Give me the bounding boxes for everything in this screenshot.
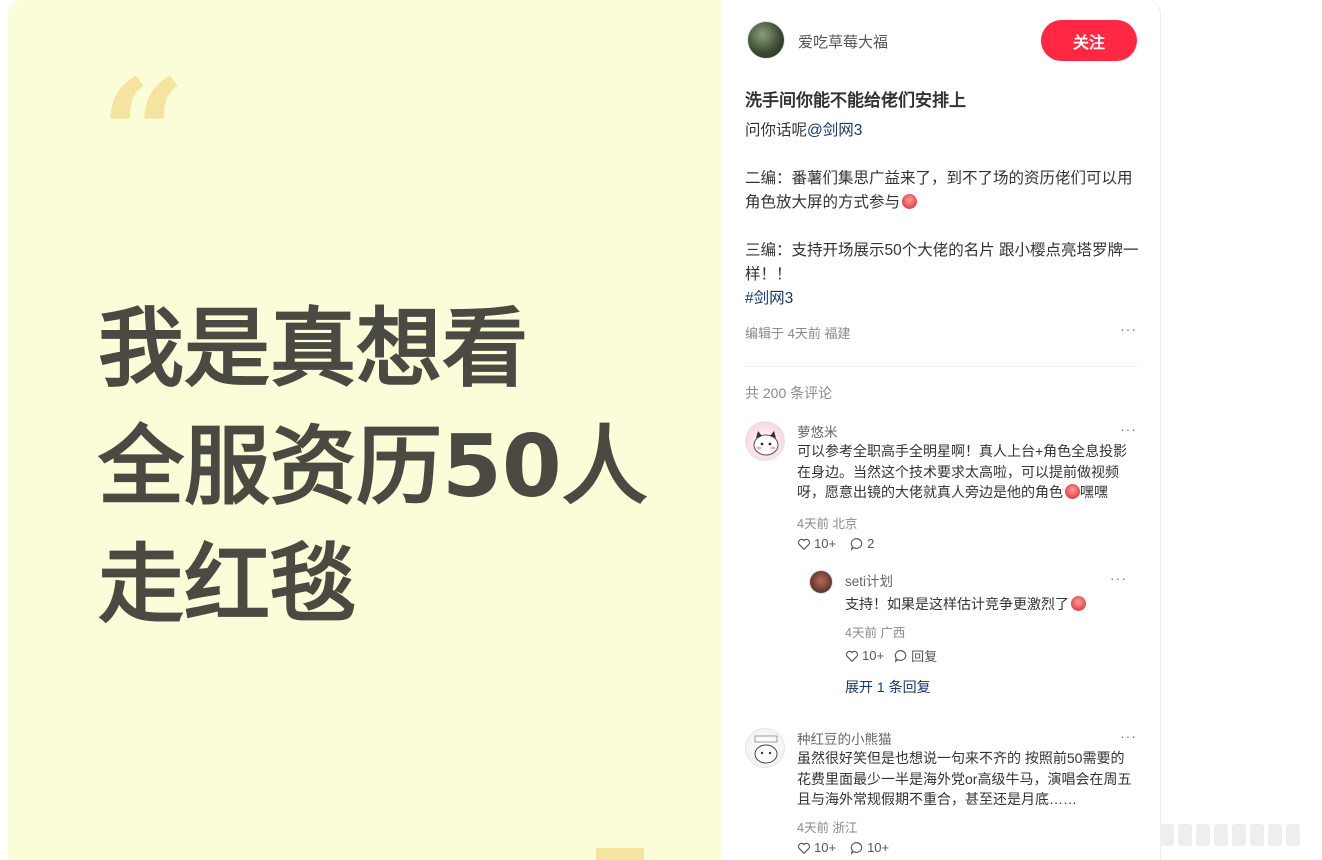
reply-item: seti计划 ··· 支持！如果是这样估计竞争更激烈了 4天前 广西 10+ 回…	[809, 570, 1139, 700]
comment-text: 虽然很好笑但是也想说一句来不齐的 按照前50需要的花费里面最少一半是海外党or高…	[797, 750, 1132, 807]
comment-actions: 10+ 10+	[797, 840, 889, 855]
pagination-dot	[1286, 824, 1300, 846]
comment-icon	[850, 841, 863, 855]
more-icon[interactable]: ···	[1120, 321, 1137, 337]
pagination-dot	[1160, 824, 1174, 846]
author-avatar[interactable]	[747, 21, 785, 59]
expand-replies-link[interactable]: 展开 1 条回复	[845, 677, 931, 697]
pagination-dot	[1268, 824, 1282, 846]
image-headline: 我是真想看 全服资历50人 走红毯	[98, 290, 648, 644]
emoji-icon	[1071, 596, 1086, 611]
heart-icon	[845, 650, 859, 662]
comment-count: 共 200 条评论	[745, 385, 833, 401]
post-meta: 编辑于 4天前 福建 ···	[745, 321, 1137, 341]
emoji-icon	[902, 194, 918, 209]
comment-item: 种红豆的小熊猫 ··· 虽然很好笑但是也想说一句来不齐的 按照前50需要的花费里…	[745, 728, 1137, 860]
like-button[interactable]: 10+	[845, 646, 884, 665]
reply-count-button[interactable]: 10+	[850, 840, 889, 855]
commenter-avatar[interactable]	[745, 728, 785, 768]
post-detail-panel: 爱吃草莓大福 关注 洗手间你能不能给佬们安排上 问你话呢@剑网3 二编：番薯们集…	[721, 0, 1161, 860]
reply-meta: 4天前 广西	[845, 626, 906, 640]
commenter-name[interactable]: 种红豆的小熊猫	[797, 728, 892, 748]
author-name[interactable]: 爱吃草莓大福	[798, 31, 888, 52]
heart-icon	[797, 842, 811, 854]
cat-avatar-icon	[753, 431, 779, 456]
post-line-1: 问你话呢@剑网3	[745, 122, 863, 139]
pagination-dot	[1214, 824, 1228, 846]
quote-mark-icon: “	[100, 47, 186, 223]
headline-line-2: 全服资历50人	[98, 417, 648, 517]
replier-avatar[interactable]	[809, 570, 833, 594]
headline-line-3: 走红毯	[98, 535, 356, 635]
more-icon[interactable]: ···	[1110, 570, 1127, 586]
like-button[interactable]: 10+	[797, 840, 836, 855]
author-row: 爱吃草莓大福 关注	[745, 20, 1137, 62]
hashtag-link[interactable]: #剑网3	[745, 290, 793, 307]
reply-actions: 10+ 回复	[845, 646, 937, 665]
comment-meta: 4天前 北京	[797, 517, 858, 531]
post-title: 洗手间你能不能给佬们安排上	[745, 91, 966, 110]
pagination-indicator	[1160, 822, 1310, 848]
divider	[745, 366, 1137, 367]
more-icon[interactable]: ···	[1120, 421, 1137, 437]
comment-icon	[850, 537, 863, 551]
mention-link[interactable]: @剑网3	[807, 122, 862, 139]
comment-meta: 4天前 浙江	[797, 821, 858, 835]
comment-icon	[894, 649, 907, 663]
reply-text: 支持！如果是这样估计竞争更激烈了	[845, 594, 1086, 614]
reply-button[interactable]: 回复	[894, 646, 937, 665]
commenter-name[interactable]: 萝悠米	[797, 421, 838, 441]
like-button[interactable]: 10+	[797, 536, 836, 551]
heart-icon	[797, 538, 811, 550]
comment-actions: 10+ 2	[797, 536, 874, 551]
bear-avatar-icon	[754, 735, 778, 764]
post-body: 问你话呢@剑网3 二编：番薯们集思广益来了，到不了场的资历佬们可以用角色放大屏的…	[745, 119, 1141, 311]
decorative-block	[596, 848, 644, 860]
replier-name[interactable]: seti计划	[845, 570, 893, 590]
headline-line-1: 我是真想看	[98, 299, 528, 399]
pagination-dot	[1250, 824, 1264, 846]
post-edit-3: 三编：支持开场展示50个大佬的名片 跟小樱点亮塔罗牌一样！！	[745, 242, 1139, 283]
comment-text: 可以参考全职高手全明星啊！真人上台+角色全息投影在身边。当然这个技术要求太高啦，…	[797, 443, 1128, 500]
post-image[interactable]: “ 我是真想看 全服资历50人 走红毯	[8, 0, 721, 860]
more-icon[interactable]: ···	[1120, 728, 1137, 744]
pagination-dot	[1196, 824, 1210, 846]
pagination-dot	[1178, 824, 1192, 846]
commenter-avatar[interactable]	[745, 421, 785, 461]
post-edit-2: 二编：番薯们集思广益来了，到不了场的资历佬们可以用角色放大屏的方式参与	[745, 170, 1133, 211]
reply-count-button[interactable]: 2	[850, 536, 874, 551]
comment-item: 萝悠米 ··· 可以参考全职高手全明星啊！真人上台+角色全息投影在身边。当然这个…	[745, 421, 1137, 561]
pagination-dot	[1232, 824, 1246, 846]
emoji-icon	[1065, 484, 1080, 499]
follow-button[interactable]: 关注	[1041, 20, 1137, 61]
